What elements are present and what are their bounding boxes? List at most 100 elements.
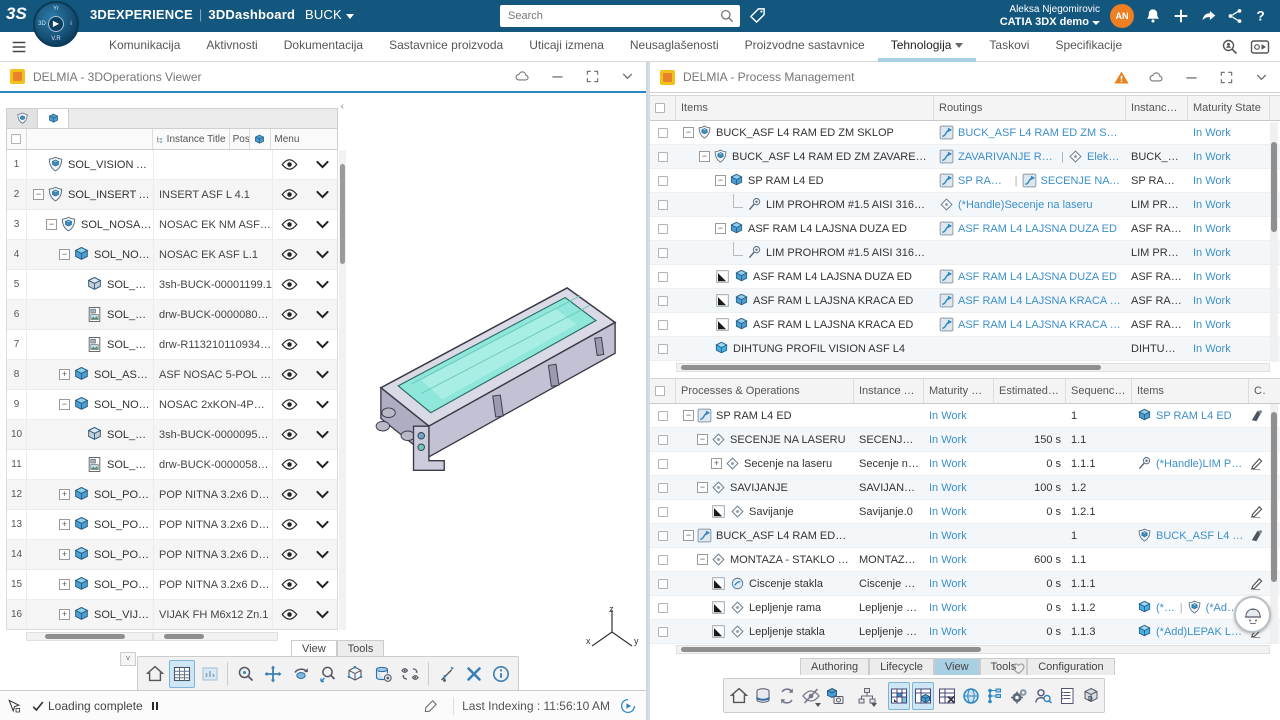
row-menu-chevron-icon[interactable]: [314, 486, 331, 503]
zoom-window-button[interactable]: [315, 660, 340, 688]
visibility-eye-icon[interactable]: [281, 336, 298, 353]
row-checkbox[interactable]: [658, 531, 668, 541]
row-menu-chevron-icon[interactable]: [314, 426, 331, 443]
pause-icon[interactable]: [147, 698, 163, 714]
col-3dpart-icon[interactable]: [250, 129, 272, 149]
nav-tab-uticaji-izmena[interactable]: Uticaji izmena: [516, 32, 617, 62]
collapse-node-icon[interactable]: −: [683, 530, 694, 541]
table-row[interactable]: −ASF RAM L4 LAJSNA DUZA EDASF RAM L4 LAJ…: [650, 217, 1280, 241]
process-cell[interactable]: Lepljenje rama: [676, 596, 854, 619]
nav-tab-aktivnosti[interactable]: Aktivnosti: [193, 32, 270, 62]
item-name-cell[interactable]: −SOL_NOSAC 2x..: [27, 390, 154, 419]
instance-title-cell[interactable]: NOSAC 2xKON-4POL.1: [154, 390, 273, 419]
search-icon[interactable]: [719, 8, 735, 24]
item-cell[interactable]: LIM PROHROM #1.5 AISI 316Ti 2B: [676, 193, 934, 216]
stylus-icon[interactable]: [423, 698, 439, 714]
instance-title-cell[interactable]: POP NITNA 3.2x6 DIN ...: [154, 510, 273, 539]
row-menu-chevron-icon[interactable]: [314, 576, 331, 593]
info-button[interactable]: [489, 660, 514, 688]
col-Instance Title[interactable]: Instance Title: [1126, 96, 1188, 120]
table-row[interactable]: 12+SOL_POP NITNAPOP NITNA 3.2x6 DIN ...: [7, 480, 337, 510]
row-menu-chevron-icon[interactable]: [314, 366, 331, 383]
process-cell[interactable]: Savijanje: [676, 500, 854, 523]
tree-tab-2[interactable]: [38, 109, 69, 128]
footer-tab-configuration[interactable]: Configuration: [1027, 658, 1114, 675]
cube-d-button[interactable]: D: [1080, 682, 1102, 710]
row-checkbox[interactable]: [658, 507, 668, 517]
select-all-checkbox-cell[interactable]: [650, 379, 676, 403]
routing-link[interactable]: ZAVARIVANJE RAMA E...: [958, 151, 1057, 163]
row-checkbox[interactable]: [658, 248, 668, 258]
tag-icon[interactable]: [748, 6, 767, 25]
zoom-button[interactable]: [233, 660, 258, 688]
tree-hscrollbar-2[interactable]: [153, 632, 278, 641]
maturity-state-cell[interactable]: In Work: [924, 620, 994, 643]
maturity-state-cell[interactable]: In Work: [1188, 337, 1270, 360]
pan-button[interactable]: [261, 660, 286, 688]
item-link[interactable]: (*A...: [1156, 602, 1176, 614]
col-maturity-state[interactable]: Maturity State: [924, 379, 994, 403]
row-checkbox[interactable]: [658, 555, 668, 565]
nav-tab-neusaglašenosti[interactable]: Neusaglašenosti: [617, 32, 732, 62]
process-cell[interactable]: −SP RAM L4 ED: [676, 404, 854, 427]
maturity-state-cell[interactable]: In Work: [924, 524, 994, 547]
instance-title-cell[interactable]: [154, 150, 273, 179]
collapse-node-icon[interactable]: −: [715, 175, 726, 186]
row-menu-chevron-icon[interactable]: [314, 306, 331, 323]
item-name-cell[interactable]: SOL_NOSAC: [27, 450, 154, 479]
instance-title-cell[interactable]: NOSAC EK NM ASF L.1: [154, 210, 273, 239]
row-menu-chevron-icon[interactable]: [314, 246, 331, 263]
collapse-node-icon[interactable]: −: [46, 219, 57, 230]
nav-tab-komunikacija[interactable]: Komunikacija: [96, 32, 193, 62]
maturity-state-cell[interactable]: In Work: [924, 572, 994, 595]
notifications-bell-icon[interactable]: [1144, 7, 1162, 25]
context-selector[interactable]: BUCK: [305, 7, 342, 22]
search-input[interactable]: [500, 10, 719, 22]
table-row[interactable]: LIM PROHROM #1.5 AISI 316Ti 2B(*Handle)S…: [650, 193, 1280, 217]
select-all-checkbox[interactable]: [11, 134, 21, 144]
process-cell[interactable]: −SAVIJANJE: [676, 476, 854, 499]
expand-node-icon[interactable]: +: [59, 549, 70, 560]
table-row[interactable]: 16+SOL_VIJAK FH MVIJAK FH M6x12 Zn.1: [7, 600, 337, 630]
maturity-state-cell[interactable]: In Work: [1188, 241, 1270, 264]
collapse-node-icon[interactable]: −: [699, 151, 710, 162]
tree-tab-1[interactable]: [7, 109, 38, 128]
visibility-eye-icon[interactable]: [281, 366, 298, 383]
visibility-eye-icon[interactable]: [281, 216, 298, 233]
iso-cube-button[interactable]: [343, 660, 368, 688]
row-menu-chevron-icon[interactable]: [314, 516, 331, 533]
table-row[interactable]: −SP RAM L4 EDIn Work1SP RAM L4 ED: [650, 404, 1280, 428]
table-row[interactable]: −BUCK_ASF L4 RAM ED ZM ZAVAREN SKLOP ZAVA…: [650, 145, 1280, 169]
instance-title-cell[interactable]: drw-R1132101109345-0...: [154, 330, 273, 359]
table-row[interactable]: ASF RAM L4 LAJSNA DUZA EDASF RAM L4 LAJS…: [650, 265, 1280, 289]
chart-hand-button[interactable]: [197, 660, 222, 688]
grid-cube-button[interactable]: [912, 682, 934, 710]
row-menu-chevron-icon[interactable]: [314, 336, 331, 353]
visibility-eye-icon[interactable]: [281, 456, 298, 473]
table-row[interactable]: 11SOL_NOSACdrw-BUCK-00000583.1: [7, 450, 337, 480]
row-checkbox[interactable]: [658, 176, 668, 186]
item-name-cell[interactable]: −SOL_NOSAC EK: [27, 240, 154, 269]
process-cell[interactable]: −BUCK_ASF L4 RAM ED ZM SKLOP-...: [676, 524, 854, 547]
row-menu-chevron-icon[interactable]: [314, 456, 331, 473]
instance-title-cell[interactable]: POP NITNA 3.2x6 DIN ...: [154, 540, 273, 569]
routing-link[interactable]: BUCK_ASF L4 RAM ED ZM SKLOP-Proc...: [958, 127, 1121, 139]
assistant-avatar[interactable]: [1234, 596, 1271, 633]
help-icon[interactable]: ?: [1252, 7, 1270, 25]
notes-button[interactable]: [1056, 682, 1078, 710]
instance-title-cell[interactable]: VIJAK FH M6x12 Zn.1: [154, 600, 273, 629]
item-cell[interactable]: DIHTUNG PROFIL VISION ASF L4: [676, 337, 934, 360]
maturity-state-cell[interactable]: In Work: [1188, 217, 1270, 240]
item-cell[interactable]: −BUCK_ASF L4 RAM ED ZM ZAVAREN SKLOP: [676, 145, 934, 168]
table-row[interactable]: −BUCK_ASF L4 RAM ED ZM SKLOPBUCK_ASF L4 …: [650, 121, 1280, 145]
col-Maturity State[interactable]: Maturity State: [1188, 96, 1270, 120]
table-row[interactable]: 3−SOL_NOSAC EK NMNOSAC EK NM ASF L.1: [7, 210, 337, 240]
person-search-button[interactable]: [1032, 682, 1054, 710]
db-stack-button[interactable]: [752, 682, 774, 710]
avatar[interactable]: AN: [1110, 4, 1134, 28]
item-cell[interactable]: ASF RAM L4 LAJSNA DUZA ED: [676, 265, 934, 288]
table-row[interactable]: SavijanjeSavijanje.0In Work0 s1.2.1: [650, 500, 1280, 524]
home-button[interactable]: [728, 682, 750, 710]
table-row[interactable]: 4−SOL_NOSAC EKNOSAC EK ASF L.1: [7, 240, 337, 270]
instance-title-cell[interactable]: POP NITNA 3.2x6 DIN ...: [154, 480, 273, 509]
